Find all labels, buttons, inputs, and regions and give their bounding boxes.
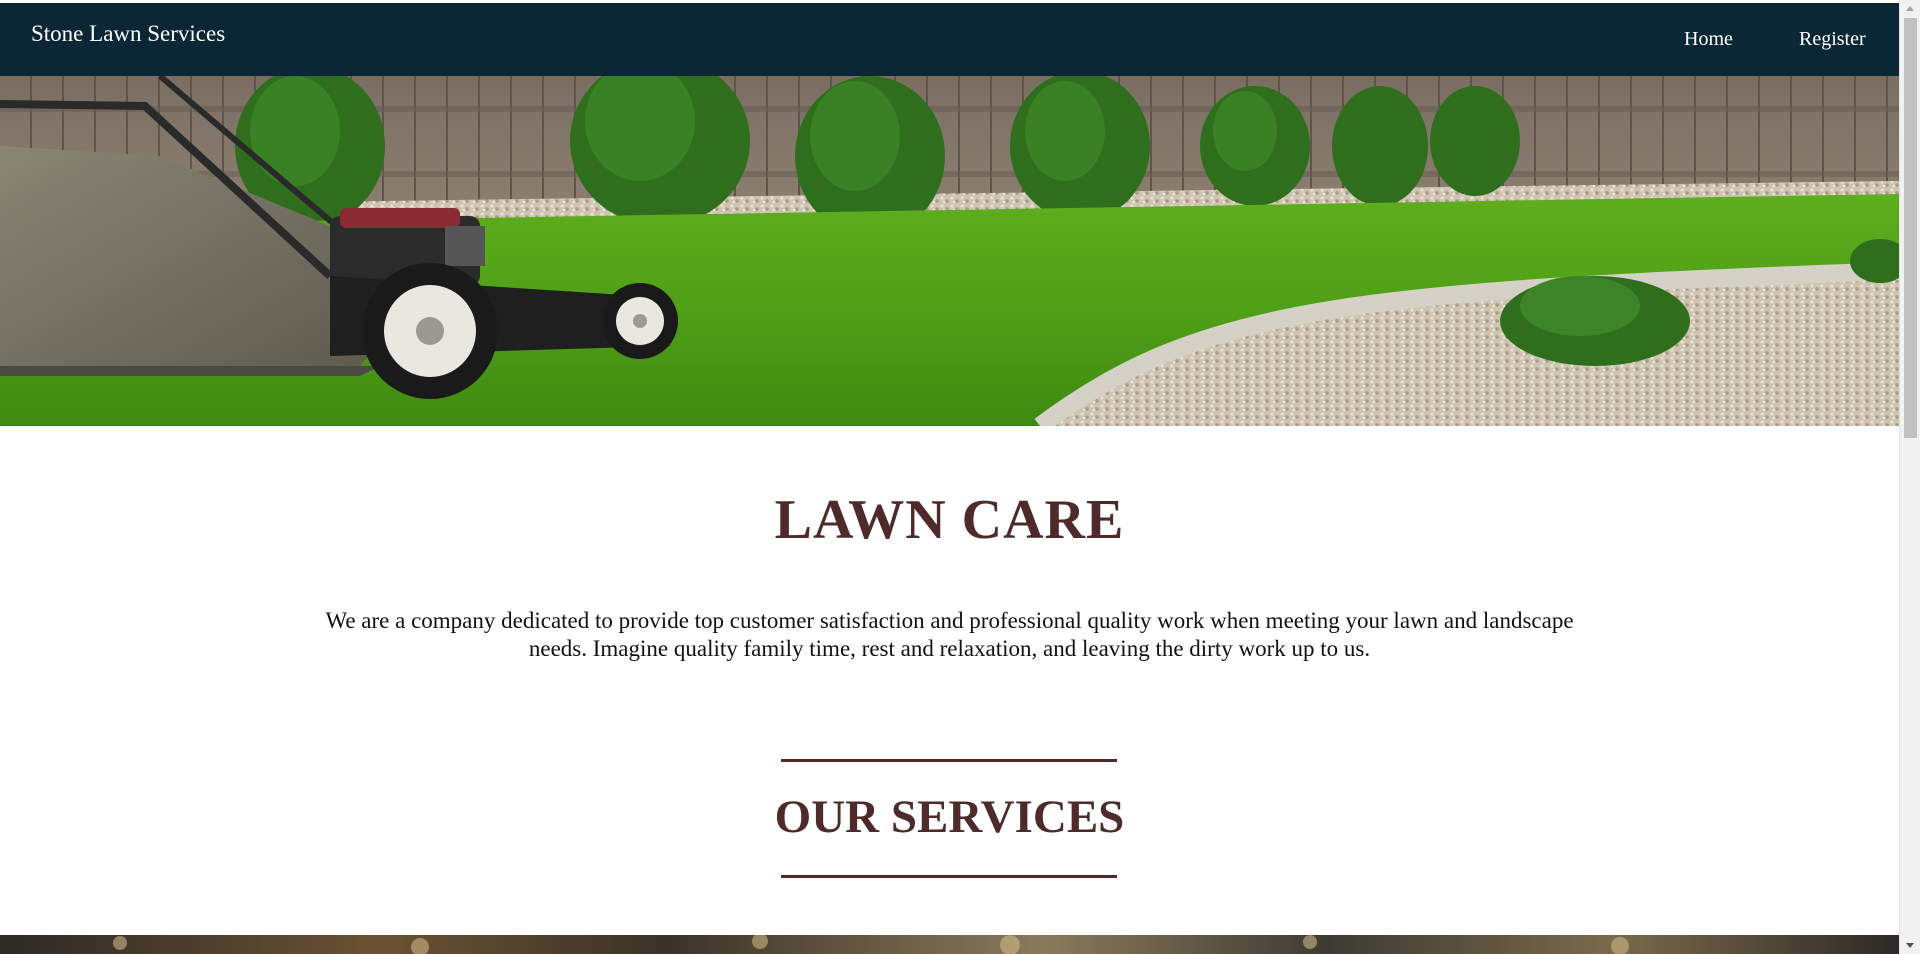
vertical-scrollbar[interactable]: [1899, 0, 1920, 954]
nav-home-link[interactable]: Home: [1684, 28, 1733, 51]
divider: [781, 759, 1117, 762]
brand-link[interactable]: Stone Lawn Services: [31, 21, 225, 47]
divider: [781, 875, 1117, 878]
navbar: Stone Lawn Services Home Register: [0, 3, 1899, 76]
intro-paragraph: We are a company dedicated to provide to…: [325, 608, 1574, 661]
services-heading: OUR SERVICES: [774, 791, 1125, 843]
page: Stone Lawn Services Home Register LAWN C…: [0, 0, 1899, 954]
hero-image: [0, 76, 1899, 426]
services-banner-image: [0, 935, 1899, 954]
page-title: LAWN CARE: [774, 489, 1125, 551]
scroll-thumb[interactable]: [1904, 18, 1917, 438]
scroll-down-icon[interactable]: [1906, 943, 1914, 948]
nav-register-link[interactable]: Register: [1799, 28, 1866, 51]
scroll-up-icon[interactable]: [1906, 6, 1914, 11]
